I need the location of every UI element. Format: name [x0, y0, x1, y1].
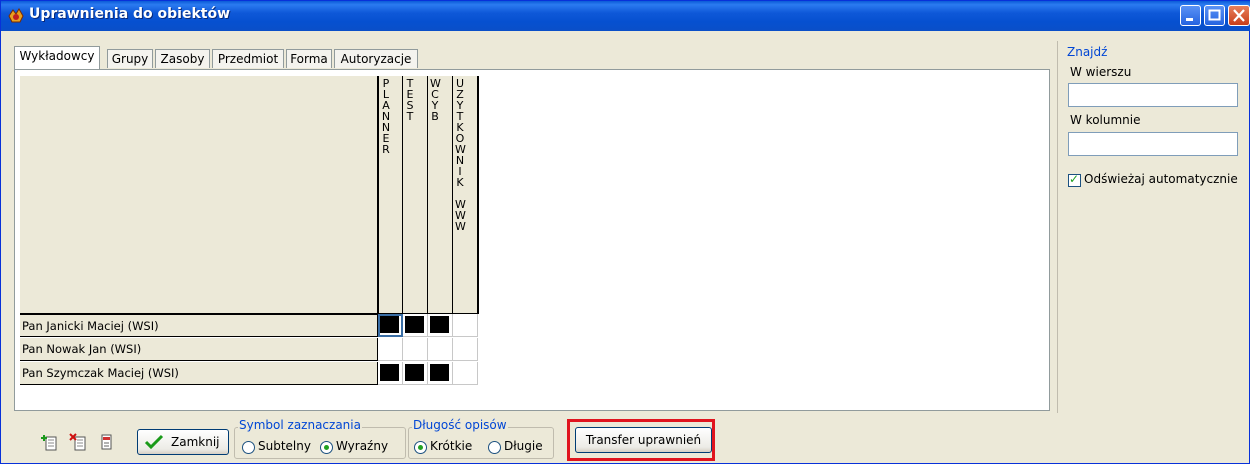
- row-header[interactable]: Pan Szymczak Maciej (WSI): [20, 362, 378, 385]
- permission-cell[interactable]: [403, 362, 428, 385]
- column-header-label: UZYTKOWNIK WWW: [455, 77, 466, 233]
- permission-cell[interactable]: [453, 362, 478, 385]
- tab-label: Grupy: [111, 52, 149, 66]
- title-bar[interactable]: Uprawnienia do obiektów: [1, 1, 1250, 31]
- tab-label: Forma: [290, 52, 328, 66]
- radio-krotkie[interactable]: [414, 441, 427, 454]
- permission-cell[interactable]: [403, 338, 428, 361]
- column-search-label: W kolumnie: [1070, 113, 1141, 127]
- column-header-label: PLANNER: [381, 77, 391, 156]
- app-icon: [8, 8, 24, 23]
- radio-krotkie-label: Krótkie: [430, 439, 473, 453]
- permissions-window: Uprawnienia do obiektów Wykładowcy Grupy…: [0, 0, 1250, 464]
- symbol-group-title: Symbol zaznaczania: [238, 418, 362, 432]
- column-header-test[interactable]: TEST: [403, 76, 428, 314]
- permission-cell[interactable]: [378, 362, 403, 385]
- radio-wyrazny-label: Wyraźny: [336, 439, 389, 453]
- tab-label: Przedmiot: [217, 52, 279, 66]
- auto-refresh-label: Odświeżaj automatycznie: [1084, 172, 1238, 186]
- tab-label: Autoryzacje: [340, 52, 412, 66]
- bottom-toolbar: Zamknij Symbol zaznaczania Subtelny Wyra…: [14, 418, 1054, 461]
- row-header-label: Pan Nowak Jan (WSI): [22, 342, 142, 356]
- window-title: Uprawnienia do obiektów: [29, 6, 231, 22]
- grid-corner-header: [20, 76, 378, 314]
- highlight-frame: [567, 419, 715, 461]
- row-search-input[interactable]: [1068, 83, 1238, 107]
- minimize-icon: [1186, 18, 1193, 21]
- radio-wyrazny[interactable]: [320, 441, 333, 454]
- radio-dlugie-label: Długie: [504, 439, 543, 453]
- column-header-label: TEST: [406, 77, 414, 123]
- radio-subtelny[interactable]: [242, 441, 255, 454]
- add-document-icon[interactable]: [40, 433, 58, 451]
- tab-zasoby[interactable]: Zasoby: [155, 49, 210, 68]
- row-header[interactable]: Pan Janicki Maciej (WSI): [20, 314, 378, 337]
- column-search-input[interactable]: [1068, 132, 1238, 156]
- row-header-label: Pan Janicki Maciej (WSI): [22, 319, 159, 333]
- tab-forma[interactable]: Forma: [286, 49, 332, 68]
- close-icon: [1233, 9, 1245, 22]
- row-header[interactable]: Pan Nowak Jan (WSI): [20, 338, 378, 361]
- minimize-button[interactable]: [1180, 5, 1201, 26]
- permission-cell[interactable]: [453, 314, 478, 337]
- column-header-uzytkownik-www[interactable]: UZYTKOWNIK WWW: [453, 76, 479, 314]
- checkmark-icon: [144, 434, 164, 450]
- row-search-label: W wierszu: [1070, 65, 1132, 79]
- column-header-label: WCYB: [430, 77, 441, 123]
- find-panel: Znajdź W wierszu W kolumnie Odświeżaj au…: [1057, 41, 1248, 413]
- column-header-planner[interactable]: PLANNER: [378, 76, 403, 314]
- permission-cell[interactable]: [378, 338, 403, 361]
- tab-label: Zasoby: [160, 52, 205, 66]
- permission-cell[interactable]: [453, 338, 478, 361]
- close-button-label: Zamknij: [171, 435, 220, 449]
- maximize-button[interactable]: [1204, 5, 1225, 26]
- permissions-grid[interactable]: PLANNER TEST WCYB UZYTKOWNIK WWW Pan Jan…: [20, 76, 480, 392]
- permission-cell[interactable]: [378, 314, 403, 337]
- permission-cell[interactable]: [428, 314, 453, 337]
- close-button[interactable]: Zamknij: [137, 429, 229, 455]
- radio-dlugie[interactable]: [488, 441, 501, 454]
- length-group-title: Długość opisów: [412, 418, 508, 432]
- auto-refresh-checkbox[interactable]: [1068, 172, 1081, 187]
- radio-subtelny-label: Subtelny: [258, 439, 311, 453]
- tab-autoryzacje[interactable]: Autoryzacje: [334, 49, 418, 68]
- tab-wykladowcy[interactable]: Wykładowcy: [14, 46, 100, 69]
- tab-przedmiot[interactable]: Przedmiot: [212, 49, 284, 68]
- permission-cell[interactable]: [403, 314, 428, 337]
- maximize-icon: [1208, 9, 1221, 21]
- find-panel-title: Znajdź: [1066, 45, 1109, 59]
- column-header-wcyb[interactable]: WCYB: [428, 76, 453, 314]
- permission-cell[interactable]: [428, 362, 453, 385]
- delete-document-icon[interactable]: [69, 433, 87, 451]
- permission-cell[interactable]: [428, 338, 453, 361]
- row-header-label: Pan Szymczak Maciej (WSI): [22, 366, 179, 380]
- tab-grupy[interactable]: Grupy: [107, 49, 153, 68]
- tab-label: Wykładowcy: [19, 49, 95, 63]
- close-window-button[interactable]: [1228, 5, 1250, 26]
- document-icon[interactable]: [98, 433, 116, 451]
